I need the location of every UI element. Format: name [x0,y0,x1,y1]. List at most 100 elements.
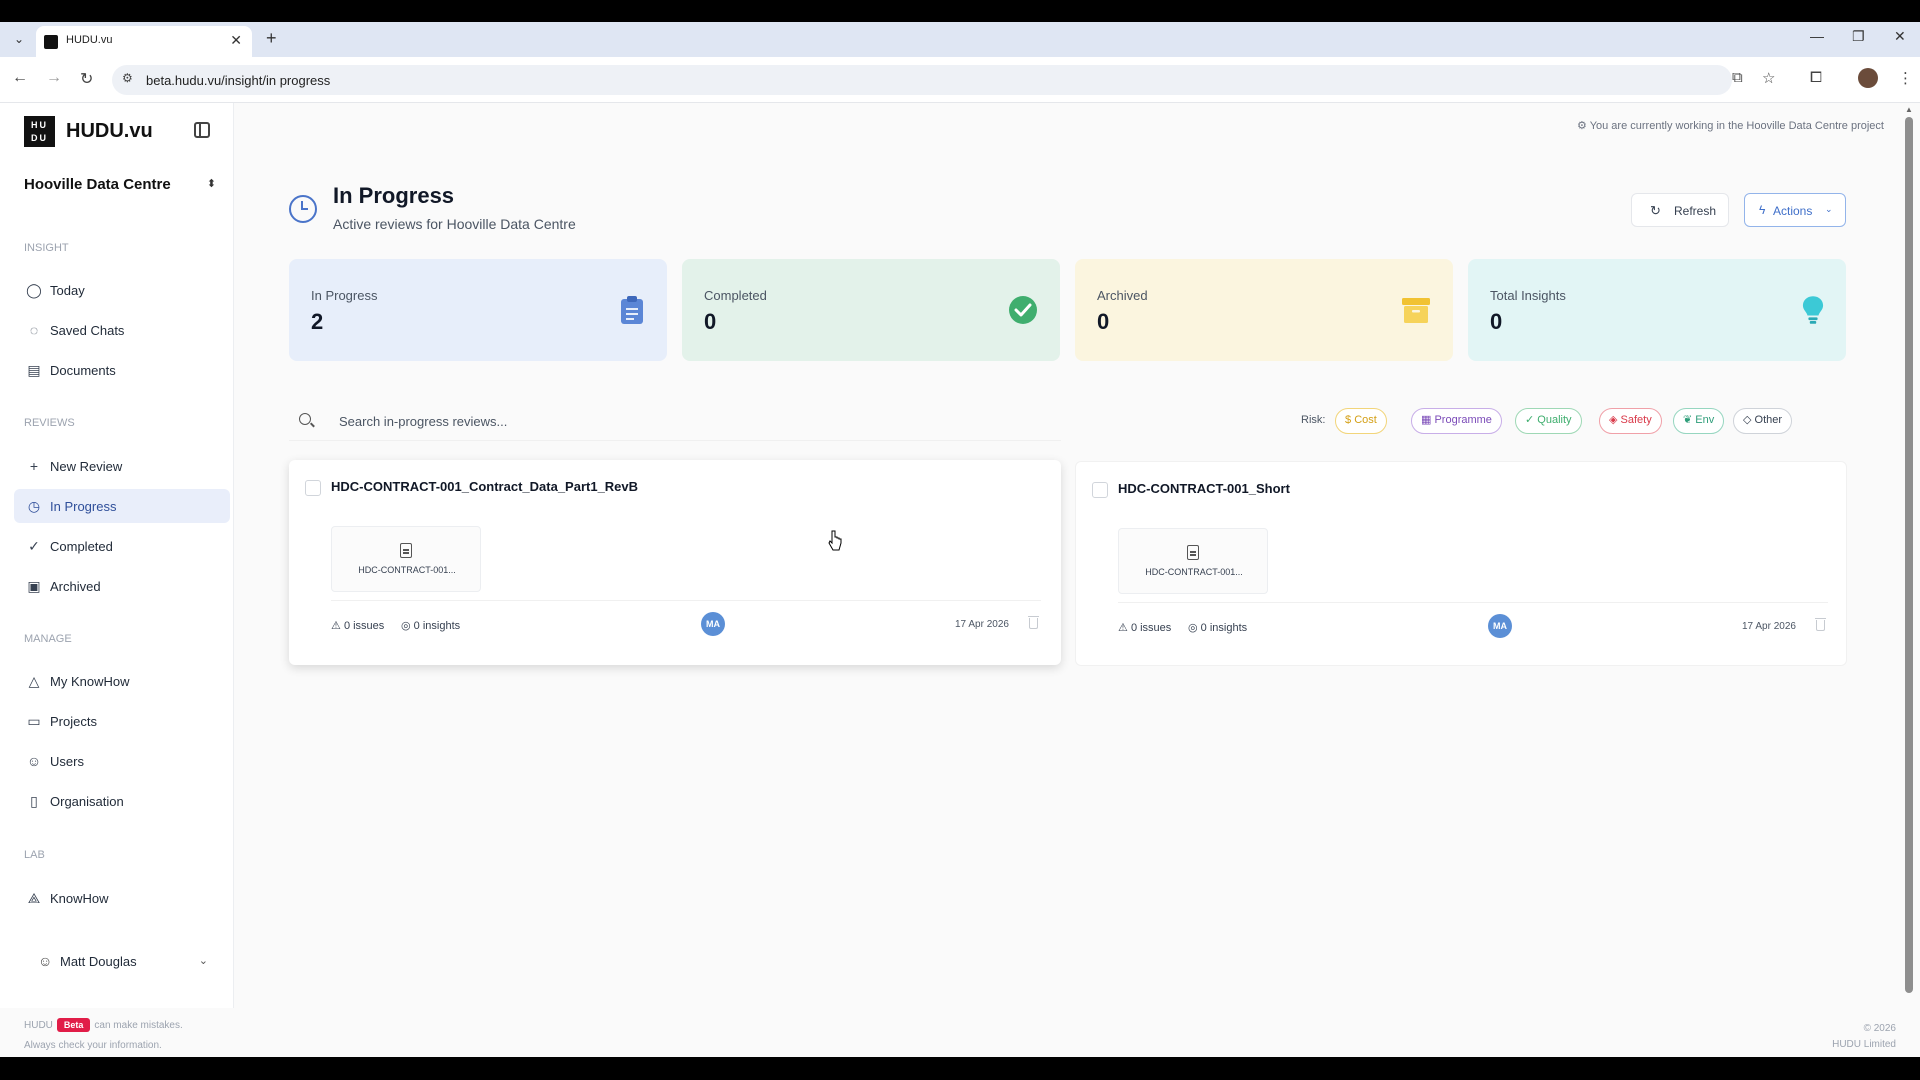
review-card[interactable]: HDC-CONTRACT-001_Contract_Data_Part1_Rev… [289,460,1061,665]
risk-chip-cost[interactable]: $ Cost [1335,408,1387,434]
issues-count: ⚠ 0 issues [331,619,384,632]
extensions-icon[interactable]: ⧠ [1810,69,1822,86]
scroll-up-arrow-icon[interactable]: ▲ [1905,105,1913,114]
sidebar-item-knowhow[interactable]: ⟁ KnowHow [14,881,230,915]
search-icon [299,413,311,425]
sidebar-item-new-review[interactable]: + New Review [14,449,230,483]
sidebar-item-users[interactable]: ☺ Users [14,744,230,778]
sidebar-item-my-knowhow[interactable]: △ My KnowHow [14,664,230,698]
avatar: MA [701,612,725,636]
divider [331,600,1041,601]
sidebar-item-saved-chats[interactable]: ◌ Saved Chats [14,313,230,347]
browser-tab[interactable]: HUDU.vu ✕ [36,26,252,57]
review-date: 17 Apr 2026 [955,619,1009,630]
check-circle-icon: ✓ [28,538,40,554]
project-notice: ⚙ You are currently working in the Hoovi… [1576,120,1884,132]
bookmark-star-icon[interactable]: ☆ [1762,69,1775,87]
forward-arrow-icon[interactable]: → [46,69,62,87]
document-thumbnail[interactable]: HDC-CONTRACT-001... [1118,528,1268,594]
tab-list-chevron-icon[interactable]: ⌄ [10,30,28,48]
sidebar-item-archived[interactable]: ▣ Archived [14,569,230,603]
profile-avatar[interactable] [1858,68,1878,88]
trash-icon[interactable] [1028,616,1039,629]
risk-label: Risk: [1301,414,1326,426]
tab-close-icon[interactable]: ✕ [230,32,242,49]
project-selector[interactable]: Hooville Data Centre ⬍ [24,176,220,202]
review-checkbox[interactable] [305,480,321,496]
minimize-icon[interactable]: — [1810,28,1824,44]
document-name: HDC-CONTRACT-001... [1145,567,1243,577]
sidebar-item-completed[interactable]: ✓ Completed [14,529,230,563]
site-settings-icon[interactable]: ⚙ [122,71,133,85]
scrollbar[interactable]: ▲ [1900,103,1920,1008]
updown-caret-icon: ⬍ [206,178,216,190]
sidebar-item-label: Archived [50,579,101,594]
mouse-pointer-icon [828,530,842,551]
file-icon [400,543,412,558]
chip-label: Programme [1434,414,1492,426]
review-card[interactable]: HDC-CONTRACT-001_Short HDC-CONTRACT-001.… [1075,461,1847,666]
document-thumbnail[interactable]: HDC-CONTRACT-001... [331,526,481,592]
stat-card-archived: Archived 0 [1075,259,1453,361]
new-tab-plus-icon[interactable]: + [266,28,277,49]
sidebar-item-label: My KnowHow [50,674,130,689]
sidebar-item-label: Projects [50,714,97,729]
user-icon: ☺ [38,953,53,969]
sidebar: HU DU HUDU.vu Hooville Data Centre ⬍ INS… [0,103,234,1008]
sidebar-collapse-icon[interactable] [194,122,210,138]
sidebar-item-in-progress[interactable]: ◷ In Progress [14,489,230,523]
refresh-button[interactable]: ↻ Refresh [1631,193,1729,227]
url-bar[interactable]: ⚙ beta.hudu.vu/insight/in progress [112,65,1732,95]
insights-text: 0 insights [413,620,461,632]
reload-icon[interactable]: ↻ [80,69,93,89]
screen: ⌄ HUDU.vu ✕ + — ❐ ✕ ← → ↻ ⚙ beta.hudu.vu… [0,0,1920,1080]
chip-label: Cost [1354,414,1377,426]
logo-mark-bottom: DU [31,133,48,143]
review-checkbox[interactable] [1092,482,1108,498]
warning-icon: ⚠ [1118,622,1128,634]
risk-chip-other[interactable]: ◇ Other [1733,408,1793,434]
sidebar-item-today[interactable]: ◯ Today [14,273,230,307]
browser-menu-icon[interactable]: ⋮ [1898,69,1913,87]
stat-card-completed: Completed 0 [682,259,1060,361]
restore-icon[interactable]: ❐ [1852,28,1865,45]
company-text: HUDU Limited [1832,1039,1896,1050]
stat-label: Archived [1097,288,1148,303]
app: HU DU HUDU.vu Hooville Data Centre ⬍ INS… [0,103,1920,1057]
sidebar-item-label: Completed [50,539,113,554]
logo-mark-top: HU [31,120,48,130]
review-date: 17 Apr 2026 [1742,621,1796,632]
risk-chip-env[interactable]: ❦ Env [1673,408,1725,434]
sidebar-item-documents[interactable]: ▤ Documents [14,353,230,387]
risk-chip-quality[interactable]: ✓ Quality [1515,408,1582,434]
actions-button[interactable]: ϟ Actions ⌄ [1744,193,1846,227]
insight-circle-icon: ◎ [1188,622,1198,634]
document-icon: ▤ [27,362,41,378]
sidebar-item-projects[interactable]: ▭ Projects [14,704,230,738]
sidebar-item-label: In Progress [50,499,117,514]
archive-box-icon [1402,298,1430,323]
issues-text: 0 issues [1130,622,1172,634]
issues-count: ⚠ 0 issues [1118,621,1171,634]
section-label-lab: LAB [24,849,45,861]
insights-count: ◎ 0 insights [401,619,460,632]
stat-card-in-progress: In Progress 2 [289,259,667,361]
scrollbar-thumb[interactable] [1905,117,1913,993]
user-menu[interactable]: ☺ Matt Douglas ⌄ [24,951,220,977]
search-input[interactable] [339,409,1039,433]
risk-chip-safety[interactable]: ◈ Safety [1599,408,1662,434]
install-app-icon[interactable]: ⧉ [1732,69,1743,86]
stat-value: 0 [704,309,717,334]
back-arrow-icon[interactable]: ← [12,69,28,87]
main-content: ⚙ You are currently working in the Hoovi… [235,103,1900,1008]
lightning-icon: ϟ [1759,203,1766,217]
archive-icon: ▣ [27,578,41,594]
trash-icon[interactable] [1815,618,1826,631]
project-notice-text: You are currently working in the Hoovill… [1589,120,1884,132]
window-close-icon[interactable]: ✕ [1894,28,1906,45]
insight-circle-icon: ◎ [401,620,411,632]
knowhow-graph-icon: ⟁ [27,890,41,906]
sidebar-item-organisation[interactable]: ▯ Organisation [14,784,230,818]
stat-label: Completed [704,288,767,303]
risk-chip-programme[interactable]: ▦ Programme [1411,408,1502,434]
